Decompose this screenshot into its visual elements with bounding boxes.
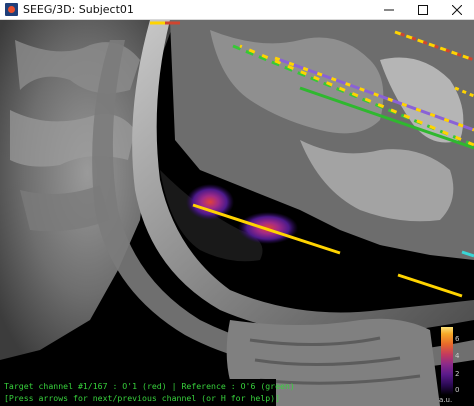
maximize-button[interactable] <box>406 0 440 20</box>
colorbar <box>441 327 453 395</box>
status-panel: Target channel #1/167 : O'1 (red) | Refe… <box>0 379 295 406</box>
window-title: SEEG/3D: Subject01 <box>23 3 134 16</box>
colorbar-unit: a.u. <box>439 396 453 404</box>
close-icon <box>452 4 462 15</box>
colorbar-tick-2: 2 <box>455 370 460 378</box>
matlab-app-icon <box>5 3 18 16</box>
3d-brain-viewport[interactable] <box>0 20 474 406</box>
seeg-3d-window: SEEG/3D: Subject01 6 4 2 0 a.u. Target c… <box>0 0 474 406</box>
colorbar-tick-4: 4 <box>455 352 460 360</box>
minimize-icon <box>384 9 394 10</box>
title-bar[interactable]: SEEG/3D: Subject01 <box>0 0 474 20</box>
status-help-hint: [Press arrows for next/previous channel … <box>4 393 281 403</box>
status-target-reference: Target channel #1/167 : O'1 (red) | Refe… <box>4 381 295 391</box>
colorbar-tick-6: 6 <box>455 335 460 343</box>
maximize-icon <box>418 4 428 15</box>
minimize-button[interactable] <box>372 0 406 20</box>
colorbar-tick-0: 0 <box>455 386 460 394</box>
close-button[interactable] <box>440 0 474 20</box>
mri-3d-scene <box>0 20 474 406</box>
